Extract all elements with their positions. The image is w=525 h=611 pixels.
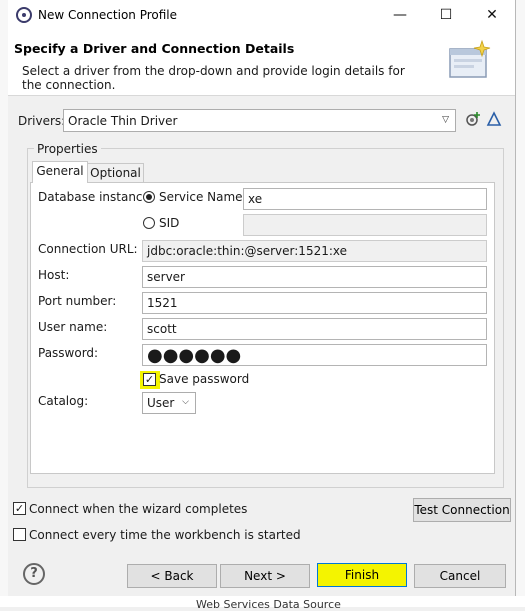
catalog-select[interactable]: User ⌵ — [142, 392, 196, 414]
host-input[interactable]: server — [142, 266, 487, 288]
drivers-label: Drivers: — [18, 114, 66, 128]
port-label: Port number: — [38, 294, 117, 308]
wizard-banner: Specify a Driver and Connection Details … — [8, 31, 515, 96]
save-password-checkbox[interactable]: ✓ — [143, 373, 156, 386]
chevron-down-icon: ⌵ — [182, 397, 189, 407]
properties-legend: Properties — [34, 142, 101, 156]
maximize-button[interactable]: ☐ — [423, 0, 469, 31]
port-input[interactable]: 1521 — [142, 292, 487, 314]
password-mask: ●●●●●● — [147, 345, 242, 366]
drivers-select-value: Oracle Thin Driver — [68, 114, 178, 128]
close-button[interactable]: ✕ — [469, 0, 515, 31]
back-button[interactable]: < Back — [127, 564, 217, 588]
catalog-select-value: User — [147, 396, 175, 410]
host-label: Host: — [38, 268, 70, 282]
service-name-input[interactable]: xe — [243, 188, 487, 210]
window-title: New Connection Profile — [38, 8, 178, 22]
dialog-window: New Connection Profile — ☐ ✕ Specify a D… — [8, 0, 516, 596]
background-app-right — [515, 0, 525, 607]
port-value: 1521 — [147, 296, 178, 310]
catalog-label: Catalog: — [38, 394, 89, 408]
connection-url-label: Connection URL: — [38, 242, 138, 256]
connect-when-complete-label: Connect when the wizard completes — [29, 502, 248, 516]
next-button[interactable]: Next > — [220, 564, 310, 588]
wizard-image-icon — [449, 39, 491, 78]
edit-driver-icon[interactable] — [485, 111, 503, 129]
drivers-select[interactable]: Oracle Thin Driver ▽ — [63, 109, 456, 132]
sid-input[interactable] — [243, 214, 487, 236]
cancel-button[interactable]: Cancel — [414, 564, 506, 588]
chevron-down-icon: ▽ — [442, 115, 449, 125]
minimize-button[interactable]: — — [377, 0, 423, 31]
connect-every-time-checkbox[interactable] — [13, 528, 26, 541]
tab-general[interactable]: General — [32, 161, 88, 183]
password-input[interactable]: ●●●●●● — [142, 344, 487, 366]
finish-button[interactable]: Finish — [317, 563, 407, 587]
connect-every-time-label: Connect every time the workbench is star… — [29, 528, 301, 542]
test-connection-button[interactable]: Test Connection — [413, 498, 511, 522]
connect-when-complete-checkbox[interactable]: ✓ — [13, 502, 26, 515]
sid-radio[interactable] — [143, 217, 155, 229]
sid-label: SID — [159, 216, 180, 230]
background-tree-item: Web Services Data Source — [196, 598, 341, 611]
tab-optional[interactable]: Optional — [87, 163, 144, 183]
host-value: server — [147, 270, 185, 284]
service-name-radio[interactable] — [143, 191, 155, 203]
connection-url-value: jdbc:oracle:thin:@server:1521:xe — [147, 244, 348, 258]
service-name-label: Service Name — [159, 190, 243, 204]
eclipse-icon — [16, 7, 32, 23]
new-driver-icon[interactable] — [464, 111, 482, 129]
help-icon[interactable]: ? — [23, 563, 45, 585]
save-password-label: Save password — [159, 372, 250, 386]
connection-url-field[interactable]: jdbc:oracle:thin:@server:1521:xe — [142, 240, 487, 262]
background-app-left — [0, 0, 8, 607]
banner-description: Select a driver from the drop-down and p… — [22, 64, 405, 92]
user-name-value: scott — [147, 322, 177, 336]
banner-title: Specify a Driver and Connection Details — [14, 41, 295, 56]
user-name-label: User name: — [38, 320, 108, 334]
service-name-value: xe — [248, 192, 263, 206]
password-label: Password: — [38, 346, 99, 360]
title-bar: New Connection Profile — ☐ ✕ — [8, 0, 515, 31]
database-instance-label: Database instance: — [38, 190, 154, 204]
user-name-input[interactable]: scott — [142, 318, 487, 340]
